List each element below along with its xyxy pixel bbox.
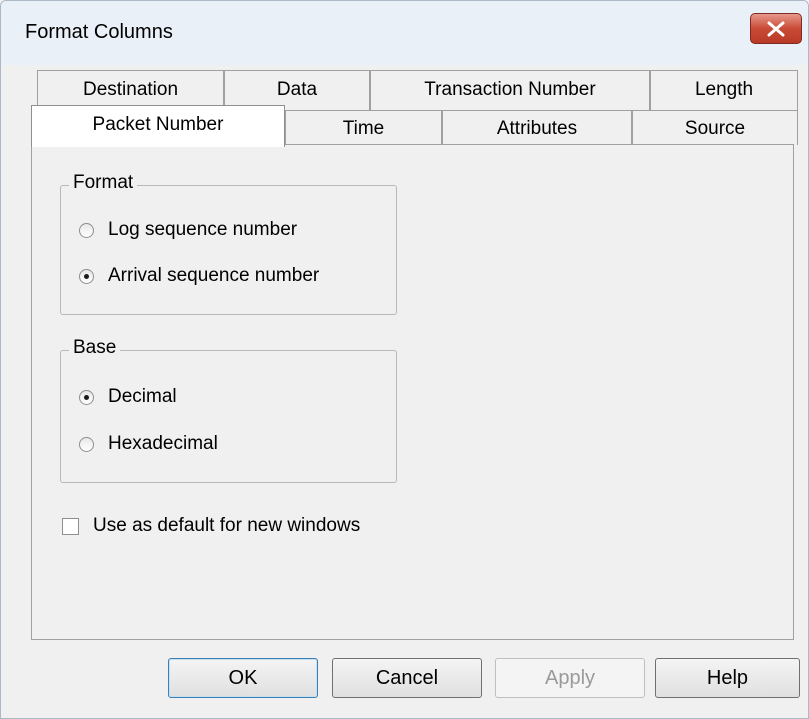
apply-button[interactable]: Apply	[495, 658, 645, 698]
radio-label: Arrival sequence number	[108, 265, 320, 286]
default-for-new-windows-checkbox[interactable]	[62, 517, 79, 535]
close-button[interactable]	[750, 13, 802, 44]
radio-button[interactable]	[79, 436, 94, 452]
ok-button[interactable]: OK	[168, 658, 318, 698]
close-icon	[767, 21, 785, 37]
radio-log-sequence-number[interactable]: Log sequence number	[79, 219, 297, 241]
radio-button[interactable]	[79, 222, 94, 238]
tab-packet-number[interactable]: Packet Number	[31, 105, 285, 147]
tab-length[interactable]: Length	[650, 70, 798, 110]
radio-label: Log sequence number	[108, 219, 298, 240]
window-title: Format Columns	[25, 21, 173, 43]
tab-data[interactable]: Data	[224, 70, 370, 110]
tab-transaction-number[interactable]: Transaction Number	[370, 70, 650, 110]
default-for-new-windows-checkbox-row[interactable]: Use as default for new windows	[62, 515, 360, 537]
format-group-label: Format	[69, 172, 138, 194]
tab-attributes[interactable]: Attributes	[442, 110, 632, 145]
tab-source[interactable]: Source	[632, 110, 798, 145]
radio-decimal[interactable]: Decimal	[79, 386, 177, 408]
tab-destination[interactable]: Destination	[37, 70, 224, 110]
radio-hexadecimal[interactable]: Hexadecimal	[79, 433, 218, 455]
base-group-label: Base	[69, 337, 121, 359]
format-groupbox: Format	[60, 172, 397, 315]
tab-time[interactable]: Time	[285, 110, 442, 145]
radio-button[interactable]	[79, 268, 94, 284]
title-bar: Format Columns	[1, 1, 808, 65]
radio-button[interactable]	[79, 389, 94, 405]
base-groupbox: Base	[60, 337, 397, 483]
cancel-button[interactable]: Cancel	[332, 658, 482, 698]
radio-label: Decimal	[108, 386, 177, 407]
radio-arrival-sequence-number[interactable]: Arrival sequence number	[79, 265, 319, 287]
radio-label: Hexadecimal	[108, 433, 218, 454]
help-button[interactable]: Help	[655, 658, 800, 698]
checkbox-label: Use as default for new windows	[93, 515, 361, 536]
